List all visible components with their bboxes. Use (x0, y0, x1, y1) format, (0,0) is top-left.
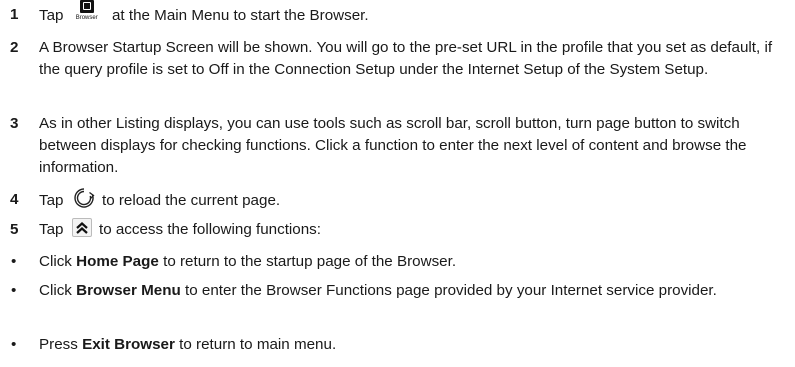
bullet-text-after: to return to main menu. (179, 336, 337, 353)
bullet-marker: • (11, 253, 17, 270)
step-text-after: at the Main Menu to start the Browser. (111, 7, 369, 25)
step-number: 2 (10, 39, 19, 56)
step-text: Tap Browser at the Main Menu to start th… (39, 0, 789, 28)
step-number: 1 (10, 6, 19, 23)
bullet-text-after: to return to the startup page of the Bro… (163, 253, 457, 270)
step-text-before: Tap (39, 192, 64, 210)
step-text: A Browser Startup Screen will be shown. … (39, 39, 773, 78)
bullet-marker: • (11, 282, 17, 299)
bullet-term: Exit Browser (82, 336, 175, 353)
step-text: Tap to access the following functions: (39, 218, 789, 241)
bullet-text: Press Exit Browser to return to main men… (39, 334, 789, 356)
step-text: As in other Listing displays, you can us… (39, 115, 747, 176)
browser-icon: Browser (72, 0, 102, 24)
bullet-text-after: to enter the Browser Functions page prov… (185, 282, 717, 299)
bullet-marker: • (11, 336, 17, 353)
step-text-before: Tap (39, 7, 64, 25)
bullet-text-before: Click (39, 282, 72, 299)
bullet-text-before: Click (39, 253, 72, 270)
step-text: Tap to reload the current page. (39, 186, 789, 213)
bullet-term: Home Page (76, 253, 159, 270)
bullet-text-before: Press (39, 336, 78, 353)
instruction-page: 1 Tap Browser at the Main Menu to start … (0, 0, 795, 367)
reload-icon (72, 186, 96, 210)
bullet-term: Browser Menu (76, 282, 181, 299)
bullet-text: Click Browser Menu to enter the Browser … (39, 280, 789, 302)
double-chevron-up-icon (71, 218, 92, 238)
bullet-text: Click Home Page to return to the startup… (39, 251, 789, 273)
step-text-after: to reload the current page. (101, 192, 281, 210)
step-text-after: to access the following functions: (98, 221, 321, 238)
browser-icon-caption: Browser (75, 15, 98, 21)
step-number: 5 (10, 221, 19, 238)
step-number: 4 (10, 191, 19, 208)
step-text-before: Tap (39, 221, 64, 238)
step-number: 3 (10, 115, 19, 132)
